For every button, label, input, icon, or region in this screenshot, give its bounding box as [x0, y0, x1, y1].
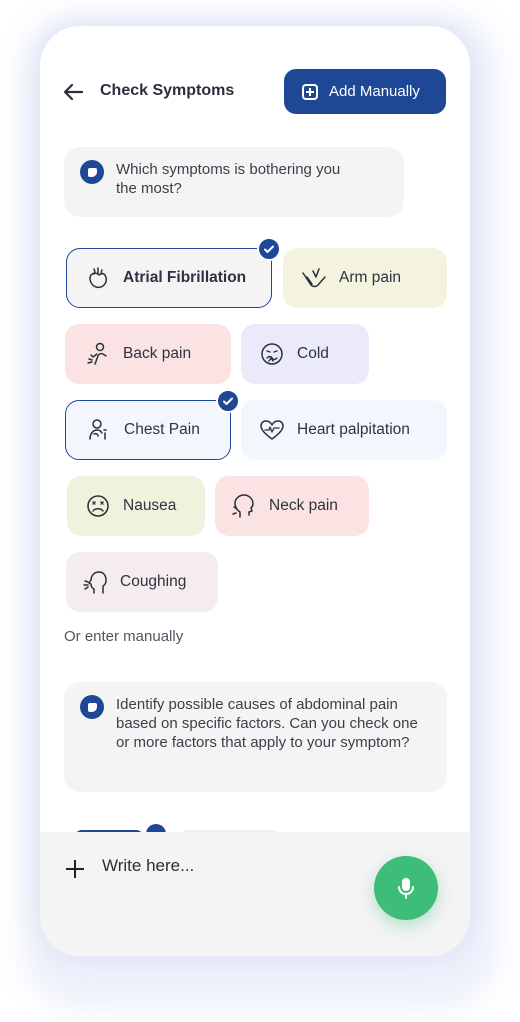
symptom-chip-atrial-fibrillation[interactable]: Atrial Fibrillation	[66, 237, 281, 308]
phone-screen: Check Symptoms Add Manually Which sympto…	[40, 26, 470, 956]
symptom-label: Arm pain	[339, 269, 402, 286]
message-input[interactable]: Write here...	[102, 856, 194, 876]
symptom-chip-arm-pain[interactable]: Arm pain	[283, 248, 447, 308]
heart-organ-icon	[89, 267, 107, 289]
bot-message: Which symptoms is bothering you the most…	[64, 147, 404, 217]
attach-plus-icon[interactable]	[66, 860, 84, 878]
plus-square-icon	[302, 83, 318, 100]
microphone-button[interactable]	[374, 856, 438, 920]
bot-avatar-icon	[80, 160, 104, 184]
chest-pain-icon	[89, 419, 107, 440]
symptom-chip-chest-pain[interactable]: Chest Pain	[65, 389, 240, 460]
check-icon	[216, 389, 240, 413]
back-pain-icon	[87, 342, 107, 365]
symptom-chip-cold[interactable]: Cold	[241, 324, 369, 384]
check-icon	[257, 237, 281, 261]
symptom-label: Neck pain	[269, 497, 338, 514]
symptom-chip-nausea[interactable]: Nausea	[67, 476, 205, 536]
back-arrow-icon[interactable]	[62, 80, 86, 104]
add-manually-button[interactable]: Add Manually	[284, 69, 446, 114]
bot-message-text: Which symptoms is bothering you the most…	[116, 161, 341, 197]
or-enter-manually-link[interactable]: Or enter manually	[64, 628, 183, 645]
sneeze-face-icon	[261, 343, 283, 365]
symptom-label: Chest Pain	[124, 421, 200, 438]
add-manually-label: Add Manually	[329, 83, 420, 100]
symptom-chip-coughing[interactable]: Coughing	[66, 552, 218, 612]
heartbeat-icon	[260, 420, 284, 440]
symptom-label: Coughing	[120, 573, 187, 590]
bot-message: Identify possible causes of abdominal pa…	[64, 682, 447, 792]
symptom-chip-neck-pain[interactable]: Neck pain	[215, 476, 369, 536]
neck-icon	[232, 494, 254, 518]
bot-avatar-icon	[80, 695, 104, 719]
symptom-label: Heart palpitation	[297, 421, 410, 438]
cough-icon	[83, 571, 107, 594]
symptom-chip-heart-palpitation[interactable]: Heart palpitation	[241, 400, 447, 460]
microphone-icon	[398, 878, 414, 899]
page-title: Check Symptoms	[100, 82, 235, 99]
header: Check Symptoms Add Manually	[40, 68, 470, 116]
symptom-label: Back pain	[123, 345, 192, 362]
arm-icon	[302, 268, 326, 288]
symptom-label: Nausea	[123, 497, 177, 514]
symptom-label: Atrial Fibrillation	[123, 269, 247, 286]
nausea-face-icon	[87, 495, 109, 517]
message-composer: Write here...	[40, 832, 470, 956]
bot-message-text: Identify possible causes of abdominal pa…	[116, 696, 418, 751]
symptom-chip-back-pain[interactable]: Back pain	[65, 324, 231, 384]
symptom-label: Cold	[297, 345, 329, 362]
